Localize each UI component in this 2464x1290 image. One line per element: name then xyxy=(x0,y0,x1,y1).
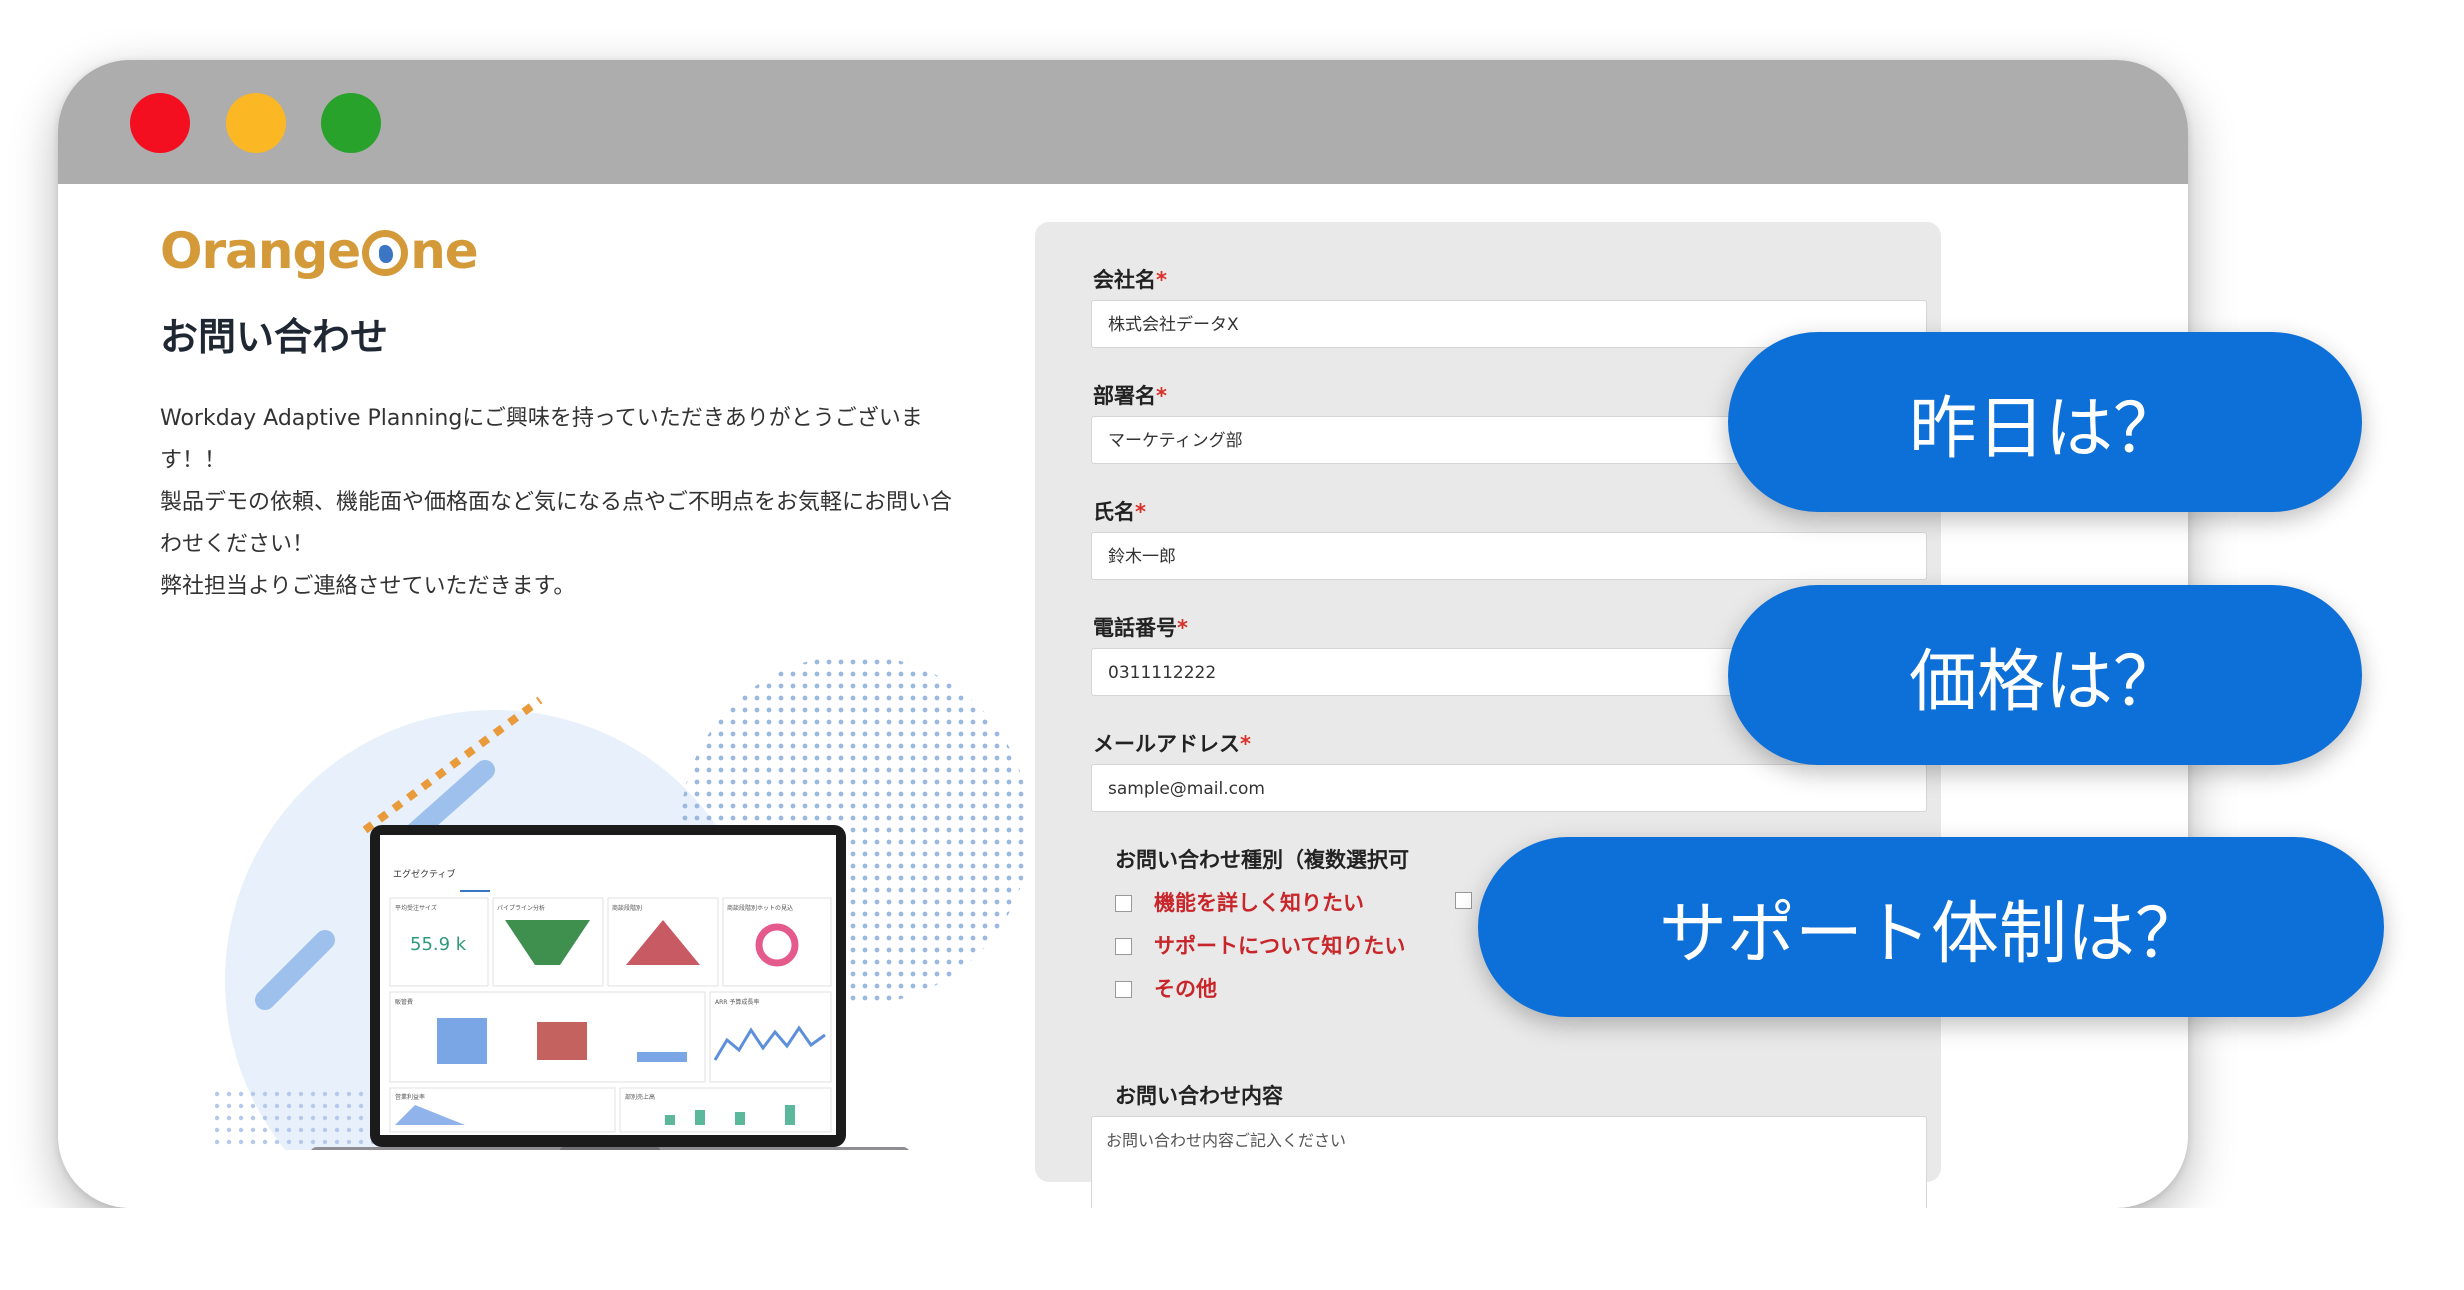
bubble-price: 価格は？ xyxy=(1728,585,2362,765)
maximize-window-button[interactable] xyxy=(321,93,381,153)
intro-line-3: 弊社担当よりご連絡させていただきます。 xyxy=(160,574,576,599)
content-label: お問い合わせ内容 xyxy=(1115,1084,1283,1108)
laptop-sales-bar-4 xyxy=(785,1105,795,1125)
checkbox-support[interactable] xyxy=(1115,938,1132,955)
laptop-bar-3 xyxy=(637,1052,687,1062)
inquiry-type-label: お問い合わせ種別（複数選択可 xyxy=(1115,848,1409,872)
laptop-sales-bar-2 xyxy=(695,1110,705,1125)
laptop-bar-1 xyxy=(437,1018,487,1064)
option-other[interactable]: その他 xyxy=(1115,973,1217,1003)
logo-ring-icon xyxy=(362,230,409,276)
laptop-panel-label-6: 営業利益率 xyxy=(395,1093,425,1101)
laptop-tab-underline xyxy=(460,890,490,892)
laptop-panel-label-3: 商談段階別ホットの見込 xyxy=(727,904,793,912)
laptop-bar-2 xyxy=(537,1022,587,1060)
checkbox-hidden-1[interactable] xyxy=(1455,892,1472,909)
email-input[interactable]: sample@mail.com xyxy=(1091,764,1927,812)
window-titlebar xyxy=(58,60,2188,184)
laptop-panel-label-4: 販管費 xyxy=(395,998,413,1006)
laptop-base-notch xyxy=(560,1147,660,1150)
orangeone-logo[interactable]: Orange ne xyxy=(160,222,479,280)
bubble-yesterday: 昨日は？ xyxy=(1728,332,2362,512)
option-support[interactable]: サポートについて知りたい xyxy=(1115,930,1405,960)
laptop-panel-label-5: ARR 予算成長率 xyxy=(715,998,759,1006)
company-label: 会社名* xyxy=(1093,268,1167,292)
laptop-panel-label-7: 部別売上高 xyxy=(625,1093,655,1101)
name-input[interactable]: 鈴木一郎 xyxy=(1091,532,1927,580)
laptop-sales-bar-1 xyxy=(665,1115,675,1125)
department-label: 部署名* xyxy=(1093,384,1167,408)
page-title: お問い合わせ xyxy=(160,315,389,359)
option-features[interactable]: 機能を詳しく知りたい xyxy=(1115,887,1364,917)
laptop-kpi-value: 55.9 k xyxy=(410,934,467,955)
close-window-button[interactable] xyxy=(130,93,190,153)
hero-illustration: エグゼクティブ 平均受注サイズ 55.9 k パイプライン分析 商談段階別 商談… xyxy=(215,655,1030,1150)
checkbox-features[interactable] xyxy=(1115,895,1132,912)
laptop-panel-label-1: パイプライン分析 xyxy=(497,904,545,912)
laptop-mockup: エグゼクティブ 平均受注サイズ 55.9 k パイプライン分析 商談段階別 商談… xyxy=(311,825,909,1150)
intro-line-2: 製品デモの依頼、機能面や価格面など気になる点やご不明点をお気軽にお問い合わせくだ… xyxy=(160,490,953,557)
phone-label: 電話番号* xyxy=(1093,616,1188,640)
intro-text: Workday Adaptive Planningにご興味を持っていただきありが… xyxy=(160,398,960,608)
laptop-panel-label-2: 商談段階別 xyxy=(612,904,642,912)
name-label: 氏名* xyxy=(1093,500,1146,524)
bubble-support: サポート体制は？ xyxy=(1478,837,2384,1017)
laptop-kpi-label: 平均受注サイズ xyxy=(395,904,437,912)
checkbox-other[interactable] xyxy=(1115,981,1132,998)
minimize-window-button[interactable] xyxy=(226,93,286,153)
page-bottom-mask xyxy=(0,1208,2464,1290)
laptop-app-title: エグゼクティブ xyxy=(393,868,455,880)
intro-line-1: Workday Adaptive Planningにご興味を持っていただきありが… xyxy=(160,406,923,473)
email-label: メールアドレス* xyxy=(1093,732,1251,756)
laptop-sales-bar-3 xyxy=(735,1112,745,1125)
